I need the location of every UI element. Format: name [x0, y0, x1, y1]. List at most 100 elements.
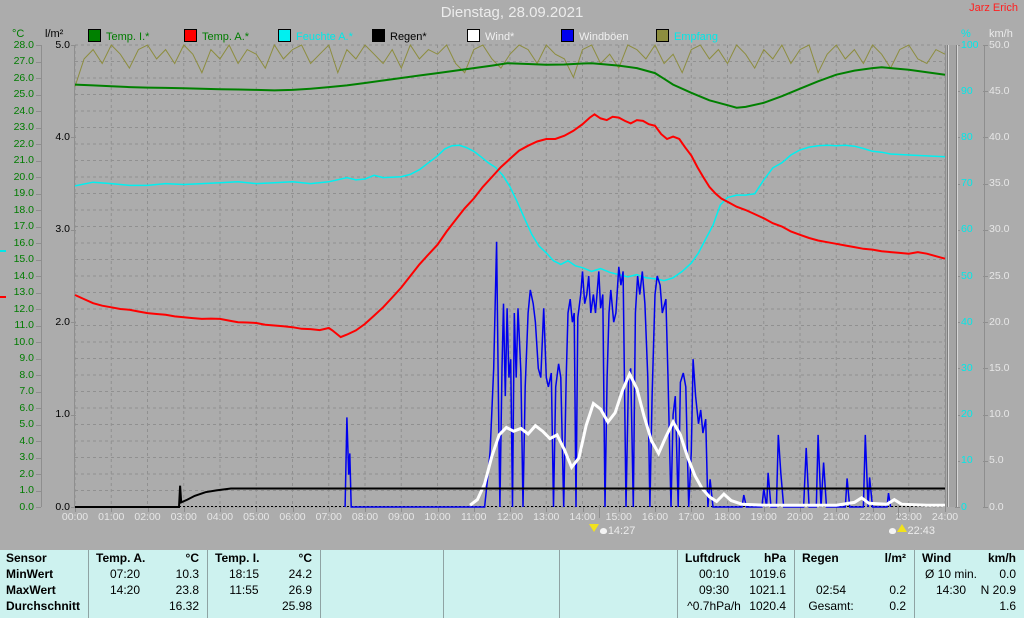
station-owner-watermark: Jarz Erich: [969, 2, 1018, 14]
legend-item-label: Empfang: [674, 31, 719, 43]
table-row-label: MaxWert: [6, 583, 56, 597]
table-cell-value: 24.2: [288, 567, 312, 581]
temp-axis-tick: 16.0: [13, 236, 34, 249]
table-cell-value: 0.2: [889, 599, 906, 613]
legend-item-temp-i[interactable]: Temp. I.*: [88, 29, 149, 43]
temp-axis-tick: 24.0: [13, 104, 34, 117]
temp-axis-line: [41, 45, 42, 507]
time-axis-tick: 13:00: [533, 511, 560, 523]
temp-axis-tick: 0.0: [19, 500, 34, 513]
chart-series-windboeen: [344, 241, 892, 508]
legend-item-label: Temp. A.*: [202, 31, 250, 43]
hour-tick-mark: [292, 507, 294, 512]
time-axis-tick: 22:00: [859, 511, 886, 523]
wind-axis-line: [984, 45, 985, 507]
table-col-unit: °C: [298, 551, 312, 565]
time-axis-tick: 16:00: [641, 511, 669, 523]
hour-tick-mark: [510, 507, 511, 512]
time-axis-tick: 05:00: [243, 511, 270, 523]
wind-axis-tick: 45.0: [989, 84, 1010, 97]
time-axis-tick: 18:00: [714, 511, 741, 523]
temp-axis-tick: 11.0: [14, 319, 34, 331]
page-title: Dienstag, 28.09.2021: [440, 4, 584, 21]
rain-axis-tick: 5.0: [55, 38, 70, 51]
time-axis-tick: 17:00: [678, 511, 705, 523]
time-axis-tick: 00:00: [61, 511, 89, 523]
hour-tick-mark: [582, 507, 584, 512]
table-col-unit: °C: [185, 551, 199, 565]
time-axis-tick: 24:00: [931, 511, 959, 523]
rain-axis-tick: 4.0: [55, 130, 70, 143]
temp-axis-tick: 8.0: [19, 368, 34, 381]
time-axis-tick: 02:00: [134, 511, 161, 523]
temp-axis-tick: 26.0: [13, 71, 34, 84]
time-axis-tick: 07:00: [315, 511, 342, 523]
temp-a-swatch-icon: [184, 29, 197, 42]
legend-item-label: Feuchte A.*: [296, 31, 353, 43]
table-cell-value: 0.2: [889, 583, 906, 597]
hour-tick-mark: [256, 507, 258, 512]
hour-tick-mark: [546, 507, 548, 512]
hour-tick-mark: [691, 507, 693, 512]
time-axis-tick: 23:00: [895, 511, 922, 523]
time-axis-tick: 20:00: [786, 511, 814, 523]
legend-item-empfang[interactable]: Empfang: [656, 29, 719, 43]
hour-tick-mark: [220, 507, 221, 512]
time-axis-tick: 04:00: [206, 511, 234, 523]
axis-tick-mark: [955, 507, 960, 508]
temp-axis-tick: 17.0: [13, 220, 34, 232]
legend-item-windboeen[interactable]: Windböen: [561, 29, 629, 43]
table-row-label: Sensor: [6, 551, 47, 565]
wind-axis-tick: 20.0: [989, 315, 1010, 328]
time-axis-tick: 09:00: [388, 511, 415, 523]
regen-swatch-icon: [372, 29, 385, 42]
time-axis-tick: 06:00: [279, 511, 306, 523]
legend-item-regen[interactable]: Regen*: [372, 29, 427, 43]
temp-axis-tick: 21.0: [13, 154, 34, 166]
table-cell-value: 25.98: [281, 599, 312, 613]
event-marker-time: 14:27: [607, 525, 636, 537]
table-separator: [559, 550, 560, 618]
temp-axis-tick: 15.0: [13, 253, 34, 265]
temp-axis-tick: 12.0: [13, 302, 34, 315]
table-cell-value: 0.0: [999, 567, 1016, 581]
temp-a-current-dash: [0, 296, 6, 298]
time-axis-tick: 21:00: [823, 511, 850, 523]
table-row-label: Durchschnitt: [6, 599, 81, 613]
table-cell-value: 23.8: [175, 583, 199, 597]
time-axis-tick: 12:00: [496, 511, 524, 523]
legend-item-temp-a[interactable]: Temp. A.*: [184, 29, 250, 43]
hour-tick-mark: [655, 507, 656, 512]
hour-tick-mark: [908, 507, 910, 512]
table-cell-value: 1019.6: [749, 567, 786, 581]
time-axis-tick: 11:00: [461, 511, 487, 523]
legend-item-wind[interactable]: Wind*: [467, 29, 514, 43]
temp-axis-tick: 4.0: [19, 434, 34, 447]
temp-axis-tick: 25.0: [13, 88, 34, 100]
table-cell-value: N 20.9: [980, 583, 1016, 597]
wind-axis-tick: 35.0: [989, 177, 1010, 190]
temp-axis-tick: 28.0: [13, 38, 34, 51]
summary-table: Sensor MinWert MaxWert Durchschnitt Temp. A.…: [0, 550, 1024, 618]
time-axis-tick: 08:00: [351, 511, 379, 523]
temp-axis-tick: 27.0: [13, 55, 34, 67]
temp-axis-tick: 10.0: [13, 335, 34, 348]
wind-axis-tick: 5.0: [989, 454, 1004, 467]
hour-tick-mark: [618, 507, 620, 512]
down-arrow-icon: [588, 524, 599, 532]
temp-axis-tick: 5.0: [19, 418, 34, 430]
temp-axis-tick: 2.0: [19, 467, 34, 480]
table-separator: [320, 550, 321, 618]
chart-canvas: [74, 43, 946, 508]
table-cell-value: 16.32: [168, 599, 199, 613]
temp-axis-tick: 18.0: [13, 203, 34, 216]
table-cell-value: 1021.1: [749, 583, 786, 597]
table-row-label: MinWert: [6, 567, 54, 581]
table-col-unit: km/h: [987, 551, 1016, 565]
humidity-current-dash: [0, 250, 6, 252]
legend-item-feuchte-a[interactable]: Feuchte A.*: [278, 29, 353, 43]
time-axis-tick: 01:00: [98, 511, 125, 523]
hour-tick-mark: [328, 507, 330, 512]
axis-tick-mark: [983, 507, 988, 508]
temp-axis-tick: 7.0: [19, 385, 34, 397]
